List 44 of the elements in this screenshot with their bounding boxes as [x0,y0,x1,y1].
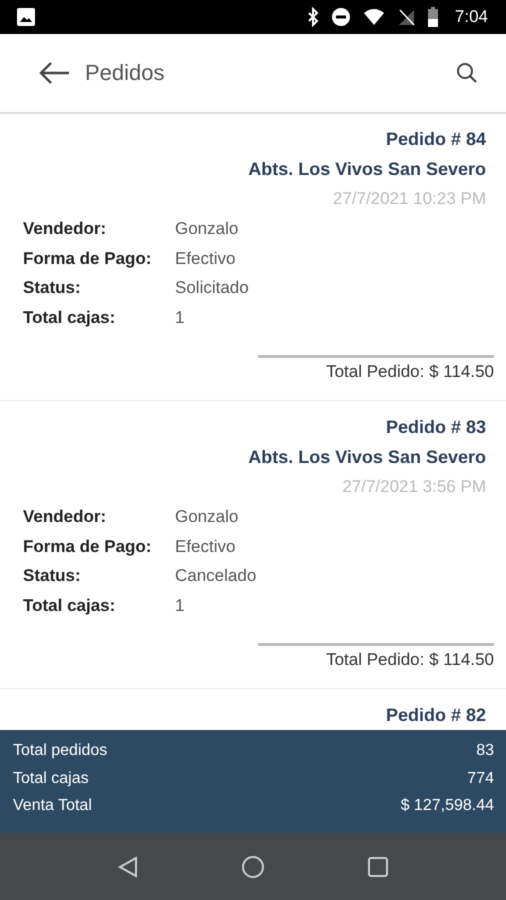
field-label: Forma de Pago: [23,248,152,270]
field-value: Gonzalo [175,218,240,240]
summary-label: Total cajas [13,768,89,788]
search-icon[interactable] [456,62,478,84]
field-value: 1 [175,594,186,616]
bluetooth-icon [306,7,319,27]
field-value: Efectivo [175,248,236,270]
clock-time: 7:04 [454,7,488,27]
field-value: Gonzalo [175,506,240,528]
order-number: Pedido # 84 [384,128,487,151]
summary-value: $ 127,598.44 [400,796,494,816]
field-value: Cancelado [175,565,258,587]
back-arrow-icon[interactable] [38,61,70,85]
field-label: Forma de Pago: [23,536,152,558]
wifi-icon [362,8,385,26]
home-icon[interactable] [241,854,265,878]
summary-value: 774 [467,768,494,788]
field-label: Total cajas: [23,594,116,616]
order-number: Pedido # 82 [384,704,487,727]
order-date: 27/7/2021 3:56 PM [341,476,487,498]
summary-value: 83 [476,741,494,761]
customer-name: Abts. Los Vivos San Severo [247,158,487,181]
field-label: Vendedor: [23,506,108,528]
do-not-disturb-icon [330,7,351,27]
order-date: 27/7/2021 10:23 PM [332,188,487,210]
no-signal-icon [396,8,415,26]
screen-title: Pedidos [85,60,166,86]
field-value: Solicitado [175,277,250,299]
field-label: Status: [23,565,82,587]
battery-icon [426,7,439,27]
summary-label: Venta Total [13,796,92,816]
back-icon[interactable] [117,854,139,878]
order-number: Pedido # 83 [384,416,487,439]
summary-label: Total pedidos [13,741,108,761]
image-icon [16,7,36,27]
field-value: Efectivo [175,536,236,558]
order-total: Total Pedido: $ 114.50 [326,362,494,381]
customer-name: Abts. Los Vivos San Severo [247,446,487,469]
field-label: Status: [23,277,82,299]
order-total: Total Pedido: $ 114.50 [326,650,494,669]
field-label: Vendedor: [23,218,108,240]
recents-icon[interactable] [367,856,389,878]
field-value: 1 [175,306,186,328]
field-label: Total cajas: [23,306,116,328]
